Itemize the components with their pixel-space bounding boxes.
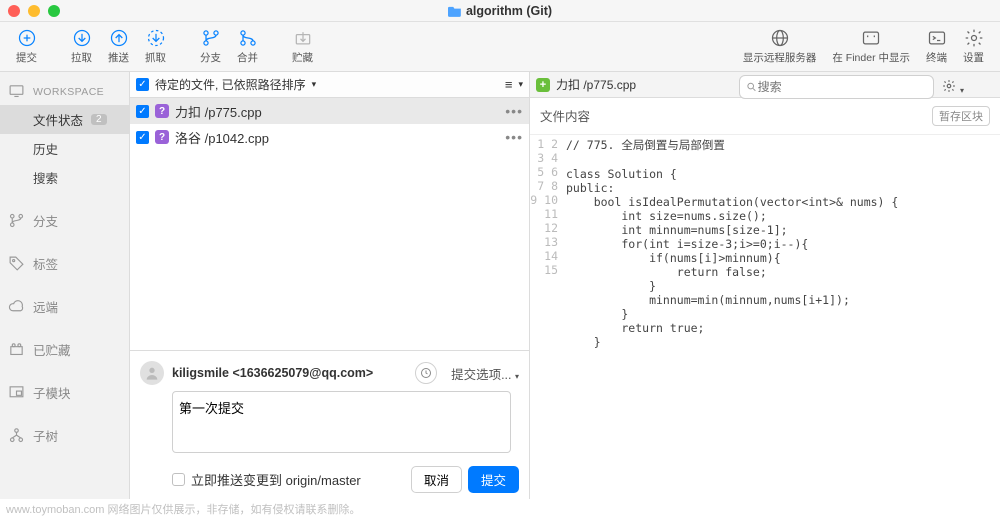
cancel-button[interactable]: 取消 — [411, 466, 462, 493]
stash-button[interactable]: 贮藏 — [284, 28, 321, 65]
push-button[interactable]: 推送 — [100, 28, 137, 65]
toolbar: 提交 拉取 推送 抓取 分支 合并 贮藏 显示远程服务器 在 Finder 中显… — [0, 22, 1000, 72]
sidebar-item-history[interactable]: 历史 — [0, 134, 129, 163]
search-icon — [746, 81, 757, 93]
sidebar-item-search[interactable]: 搜索 — [0, 163, 129, 192]
show-in-finder-button[interactable]: 在 Finder 中显示 — [824, 28, 918, 65]
file-path: 洛谷 /p1042.cpp — [175, 128, 269, 147]
sidebar-item-remotes[interactable]: 远端 — [0, 292, 129, 321]
terminal-button[interactable]: 终端 — [918, 28, 955, 65]
sidebar-item-branches[interactable]: 分支 — [0, 206, 129, 235]
close-window[interactable] — [8, 5, 20, 17]
stash-icon — [8, 341, 25, 358]
sidebar-item-submodules[interactable]: 子模块 — [0, 378, 129, 407]
commit-options-dropdown[interactable]: 提交选项... ▾ — [451, 364, 519, 383]
file-sorter-bar[interactable]: 待定的文件, 已依照路径排序 ▾ ≡ ▾ — [130, 72, 529, 98]
fetch-button[interactable]: 抓取 — [137, 28, 174, 65]
sidebar-item-tags[interactable]: 标签 — [0, 249, 129, 278]
sidebar-item-file-status[interactable]: 文件状态 2 — [0, 105, 129, 134]
user-icon — [144, 365, 160, 381]
submodule-icon — [8, 384, 25, 401]
chevron-down-icon: ▾ — [312, 79, 317, 90]
submit-button[interactable]: 提交 — [468, 466, 519, 493]
file-more-icon[interactable]: ••• — [505, 129, 523, 145]
merge-button[interactable]: 合并 — [229, 28, 266, 65]
search-box[interactable] — [739, 75, 934, 99]
search-input[interactable] — [758, 80, 928, 94]
select-all-checkbox[interactable] — [136, 78, 149, 91]
code-body: // 775. 全局倒置与局部倒置 class Solution { publi… — [566, 137, 898, 349]
remote-server-button[interactable]: 显示远程服务器 — [735, 28, 825, 65]
added-file-icon: + — [536, 78, 550, 92]
untracked-icon: ? — [155, 130, 169, 144]
sidebar: WORKSPACE 文件状态 2 历史 搜索 分支 标签 远端 已贮藏 — [0, 72, 130, 499]
sidebar-workspace-toggle[interactable]: WORKSPACE — [0, 78, 129, 105]
window-title: algorithm (Git) — [466, 4, 552, 18]
branch-button[interactable]: 分支 — [192, 28, 229, 65]
settings-button[interactable]: 设置 — [955, 28, 992, 65]
push-immediately-label: 立即推送变更到 origin/master — [191, 470, 361, 489]
monitor-icon — [8, 83, 25, 100]
push-immediately-checkbox[interactable] — [172, 473, 185, 486]
search-options-icon[interactable]: ▾ — [942, 79, 964, 96]
minimize-window[interactable] — [28, 5, 40, 17]
file-content-label: 文件内容 — [540, 106, 590, 126]
sidebar-item-subtrees[interactable]: 子树 — [0, 421, 129, 450]
folder-icon — [448, 5, 462, 17]
file-checkbox[interactable] — [136, 131, 149, 144]
cloud-icon — [8, 298, 25, 315]
view-mode-icon[interactable]: ≡ — [505, 77, 513, 92]
clock-icon — [420, 367, 432, 379]
zoom-window[interactable] — [48, 5, 60, 17]
branch-icon — [8, 212, 25, 229]
stage-hunk-button[interactable]: 暂存区块 — [932, 106, 990, 126]
commit-panel: kiligsmile <1636625079@qq.com> 提交选项... ▾… — [130, 350, 529, 499]
commit-message-input[interactable] — [172, 391, 511, 453]
tag-icon — [8, 255, 25, 272]
file-row[interactable]: ? 洛谷 /p1042.cpp ••• — [130, 124, 529, 150]
pull-button[interactable]: 拉取 — [63, 28, 100, 65]
chevron-down-icon: ▾ — [518, 79, 523, 90]
file-path: 力扣 /p775.cpp — [175, 102, 262, 121]
line-gutter: 1 2 3 4 5 6 7 8 9 10 11 12 13 14 15 — [530, 137, 566, 349]
commit-button[interactable]: 提交 — [8, 28, 45, 65]
sidebar-item-stashes[interactable]: 已贮藏 — [0, 335, 129, 364]
avatar — [140, 361, 164, 385]
file-row[interactable]: ? 力扣 /p775.cpp ••• — [130, 98, 529, 124]
untracked-icon: ? — [155, 104, 169, 118]
commit-author: kiligsmile <1636625079@qq.com> — [172, 366, 373, 380]
file-more-icon[interactable]: ••• — [505, 103, 523, 119]
watermark-text: www.toymoban.com 网络图片仅供展示，非存储，如有侵权请联系删除。 — [6, 501, 360, 517]
file-checkbox[interactable] — [136, 105, 149, 118]
subtree-icon — [8, 427, 25, 444]
history-dropdown[interactable] — [415, 362, 437, 384]
file-status-badge: 2 — [91, 114, 107, 125]
